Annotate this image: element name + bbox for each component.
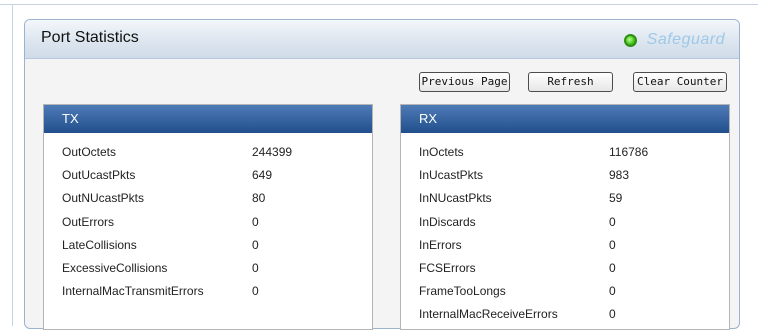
tx-row: LateCollisions 0: [44, 234, 372, 257]
tx-row: InternalMacTransmitErrors 0: [44, 280, 372, 303]
rx-row: FrameTooLongs 0: [401, 280, 729, 303]
clear-counter-button[interactable]: Clear Counter: [633, 72, 727, 92]
rx-row-label: InErrors: [419, 237, 462, 252]
port-statistics-panel: Port Statistics Safeguard Previous Page …: [24, 19, 740, 330]
rx-row-value: 116786: [609, 145, 649, 159]
rx-row: InDiscards 0: [401, 211, 729, 234]
rx-row: FCSErrors 0: [401, 257, 729, 280]
tx-row: ExcessiveCollisions 0: [44, 257, 372, 280]
page-title: Port Statistics: [41, 29, 139, 46]
rx-row: InErrors 0: [401, 234, 729, 257]
page-left-border: [12, 4, 13, 326]
rx-row-label: InDiscards: [419, 214, 476, 229]
tx-row-label: ExcessiveCollisions: [62, 260, 168, 275]
tx-row-label: OutUcastPkts: [62, 168, 136, 183]
tx-row: OutUcastPkts 649: [44, 164, 372, 187]
tx-row-value: 649: [252, 168, 273, 183]
rx-row-value: 0: [609, 307, 616, 322]
rx-statistics-table: RX InOctets 116786 InUcastPkts 983 InNUc…: [400, 104, 730, 330]
tx-row-label: OutNUcastPkts: [62, 191, 145, 206]
refresh-button[interactable]: Refresh: [528, 72, 613, 92]
tx-row-label: OutErrors: [62, 214, 115, 229]
tx-row-value: 0: [252, 237, 259, 252]
page-top-border: [0, 4, 758, 5]
rx-row-label: InUcastPkts: [419, 168, 484, 183]
tx-table-header: TX: [44, 105, 372, 133]
rx-row: InUcastPkts 983: [401, 164, 729, 187]
rx-row: InNUcastPkts 59: [401, 187, 729, 210]
tx-row-label: LateCollisions: [62, 237, 137, 252]
tx-row: OutNUcastPkts 80: [44, 187, 372, 210]
rx-row-value: 59: [609, 191, 623, 206]
tx-row: OutOctets 244399: [44, 141, 372, 164]
rx-table-header: RX: [401, 105, 729, 133]
rx-row-label: InNUcastPkts: [419, 191, 492, 206]
safeguard-label: Safeguard: [646, 31, 725, 48]
rx-row-label: InOctets: [419, 145, 464, 159]
panel-header: Port Statistics Safeguard: [25, 20, 739, 59]
tx-row-label: OutOctets: [62, 145, 117, 159]
rx-row-label: FrameTooLongs: [419, 284, 506, 299]
tx-row-value: 0: [252, 214, 259, 229]
safeguard-indicator: Safeguard: [623, 31, 725, 49]
rx-row-label: FCSErrors: [419, 260, 476, 275]
safeguard-status-icon: [623, 33, 637, 47]
rx-row-value: 0: [609, 237, 616, 252]
previous-page-button[interactable]: Previous Page: [419, 72, 510, 92]
rx-row: InOctets 116786: [401, 141, 729, 164]
tx-row-label: InternalMacTransmitErrors: [62, 284, 204, 299]
tx-row: OutErrors 0: [44, 211, 372, 234]
rx-row-value: 983: [609, 168, 630, 183]
rx-row-value: 0: [609, 214, 616, 229]
rx-row-value: 0: [609, 284, 616, 299]
tx-row-value: 244399: [252, 145, 293, 159]
tx-row-value: 0: [252, 260, 259, 275]
rx-row-label: InternalMacReceiveErrors: [419, 307, 558, 322]
tx-statistics-table: TX OutOctets 244399 OutUcastPkts 649 Out…: [43, 104, 373, 330]
rx-row-value: 0: [609, 260, 616, 275]
tx-row-value: 0: [252, 284, 259, 299]
tx-row-value: 80: [252, 191, 266, 206]
rx-row: InternalMacReceiveErrors 0: [401, 303, 729, 326]
